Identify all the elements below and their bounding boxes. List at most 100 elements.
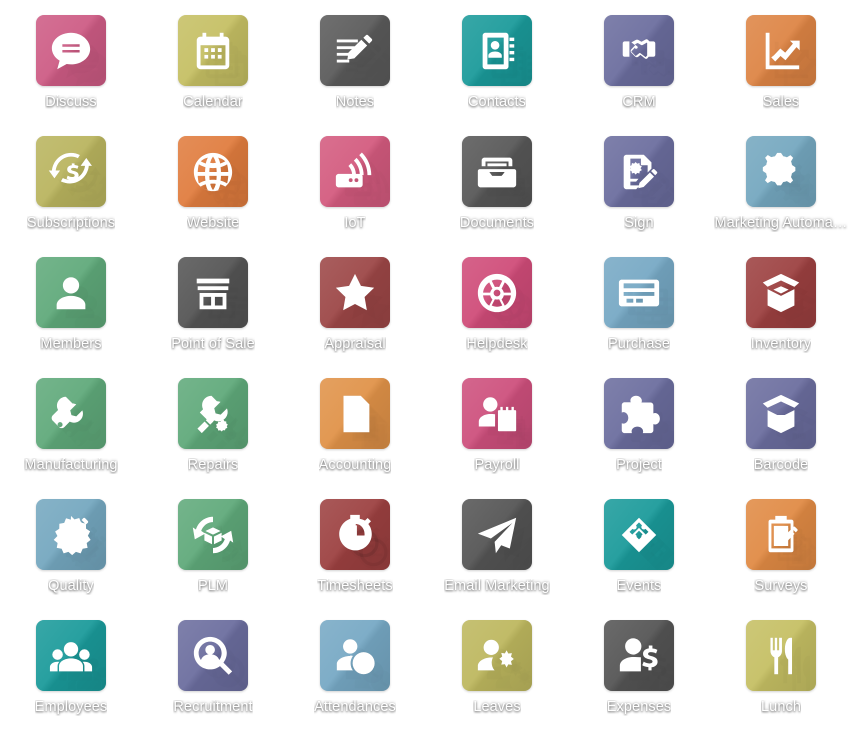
app-icon-tile[interactable] — [178, 136, 248, 207]
appraisal-star-icon — [332, 270, 378, 316]
crm-handshake-icon — [616, 28, 662, 74]
app-icon-tile[interactable] — [36, 620, 106, 691]
app-icon-tile[interactable] — [36, 15, 106, 86]
app-icon-tile[interactable] — [462, 499, 532, 570]
app-icon-tile[interactable] — [36, 257, 106, 328]
app-icon-tile[interactable] — [36, 499, 106, 570]
app-tile-email-marketing[interactable]: Email Marketing — [426, 499, 568, 620]
app-tile-timesheets[interactable]: Timesheets — [284, 499, 426, 620]
app-icon-tile[interactable] — [320, 499, 390, 570]
app-tile-sign[interactable]: Sign — [568, 136, 710, 257]
iot-signal-icon — [332, 149, 378, 195]
app-tile-plm[interactable]: PLM — [142, 499, 284, 620]
lunch-cutlery-icon — [758, 633, 804, 679]
app-label: Barcode — [753, 458, 809, 473]
app-icon-tile[interactable] — [746, 15, 816, 86]
app-label: Attendances — [314, 700, 396, 715]
app-tile-contacts[interactable]: Contacts — [426, 15, 568, 136]
app-tile-surveys[interactable]: Surveys — [710, 499, 852, 620]
app-tile-accounting[interactable]: Accounting — [284, 378, 426, 499]
app-tile-quality[interactable]: Quality — [0, 499, 142, 620]
app-icon-tile[interactable] — [604, 136, 674, 207]
app-tile-iot[interactable]: IoT — [284, 136, 426, 257]
app-label: Appraisal — [324, 337, 386, 352]
app-tile-appraisal[interactable]: Appraisal — [284, 257, 426, 378]
app-label: Manufacturing — [24, 458, 118, 473]
app-label: Members — [40, 337, 102, 352]
app-tile-helpdesk[interactable]: Helpdesk — [426, 257, 568, 378]
app-label: Point of Sale — [171, 337, 255, 352]
app-label: CRM — [622, 95, 656, 110]
app-grid: Discuss Calendar Notes Contacts CRM Sales Subs… — [0, 0, 852, 731]
purchase-card-icon — [616, 270, 662, 316]
app-tile-crm[interactable]: CRM — [568, 15, 710, 136]
app-icon-tile[interactable] — [604, 15, 674, 86]
app-tile-notes[interactable]: Notes — [284, 15, 426, 136]
app-label: Surveys — [754, 579, 808, 594]
app-tile-sales[interactable]: Sales — [710, 15, 852, 136]
app-label: Accounting — [318, 458, 392, 473]
app-tile-manufacturing[interactable]: Manufacturing — [0, 378, 142, 499]
app-icon-tile[interactable] — [178, 257, 248, 328]
app-icon-tile[interactable] — [746, 620, 816, 691]
app-icon-tile[interactable] — [462, 15, 532, 86]
app-tile-subscriptions[interactable]: Subscriptions — [0, 136, 142, 257]
app-icon-tile[interactable] — [604, 378, 674, 449]
app-icon-tile[interactable] — [320, 378, 390, 449]
app-tile-lunch[interactable]: Lunch — [710, 620, 852, 731]
app-icon-tile[interactable] — [746, 499, 816, 570]
app-tile-documents[interactable]: Documents — [426, 136, 568, 257]
app-icon-tile[interactable] — [320, 257, 390, 328]
app-tile-attendances[interactable]: Attendances — [284, 620, 426, 731]
app-label: Sign — [624, 216, 654, 231]
app-icon-tile[interactable] — [320, 620, 390, 691]
app-label: Subscriptions — [26, 216, 116, 231]
app-tile-repairs[interactable]: Repairs — [142, 378, 284, 499]
app-label: Project — [616, 458, 662, 473]
app-icon-tile[interactable] — [746, 136, 816, 207]
app-tile-members[interactable]: Members — [0, 257, 142, 378]
app-tile-discuss[interactable]: Discuss — [0, 15, 142, 136]
app-icon-tile[interactable] — [462, 257, 532, 328]
app-label: Discuss — [45, 95, 97, 110]
app-tile-employees[interactable]: Employees — [0, 620, 142, 731]
app-icon-tile[interactable] — [604, 499, 674, 570]
app-label: Inventory — [750, 337, 812, 352]
app-tile-expenses[interactable]: Expenses — [568, 620, 710, 731]
app-icon-tile[interactable] — [36, 378, 106, 449]
app-tile-inventory[interactable]: Inventory — [710, 257, 852, 378]
app-icon-tile[interactable] — [604, 257, 674, 328]
app-icon-tile[interactable] — [462, 136, 532, 207]
app-icon-tile[interactable] — [178, 620, 248, 691]
helpdesk-lifering-icon — [474, 270, 520, 316]
app-launcher: Discuss Calendar Notes Contacts CRM Sales Subs… — [0, 0, 852, 731]
app-label: Timesheets — [317, 579, 393, 594]
events-ticket-icon — [616, 512, 662, 558]
app-icon-tile[interactable] — [746, 257, 816, 328]
app-icon-tile[interactable] — [746, 378, 816, 449]
app-icon-tile[interactable] — [462, 378, 532, 449]
project-puzzle-icon — [616, 391, 662, 437]
app-tile-project[interactable]: Project — [568, 378, 710, 499]
sign-icon — [616, 149, 662, 195]
app-tile-events[interactable]: Events — [568, 499, 710, 620]
app-tile-marketing-automa[interactable]: Marketing Automa… — [710, 136, 852, 257]
app-icon-tile[interactable] — [320, 136, 390, 207]
app-tile-calendar[interactable]: Calendar — [142, 15, 284, 136]
app-tile-purchase[interactable]: Purchase — [568, 257, 710, 378]
app-tile-payroll[interactable]: Payroll — [426, 378, 568, 499]
app-tile-point-of-sale[interactable]: Point of Sale — [142, 257, 284, 378]
app-icon-tile[interactable] — [604, 620, 674, 691]
app-label: Contacts — [467, 95, 527, 110]
app-icon-tile[interactable] — [462, 620, 532, 691]
app-icon-tile[interactable] — [178, 15, 248, 86]
app-tile-recruitment[interactable]: Recruitment — [142, 620, 284, 731]
app-icon-tile[interactable] — [178, 499, 248, 570]
employees-icon — [48, 633, 94, 679]
app-tile-barcode[interactable]: Barcode — [710, 378, 852, 499]
app-tile-leaves[interactable]: Leaves — [426, 620, 568, 731]
app-icon-tile[interactable] — [320, 15, 390, 86]
app-icon-tile[interactable] — [178, 378, 248, 449]
app-tile-website[interactable]: Website — [142, 136, 284, 257]
app-icon-tile[interactable] — [36, 136, 106, 207]
